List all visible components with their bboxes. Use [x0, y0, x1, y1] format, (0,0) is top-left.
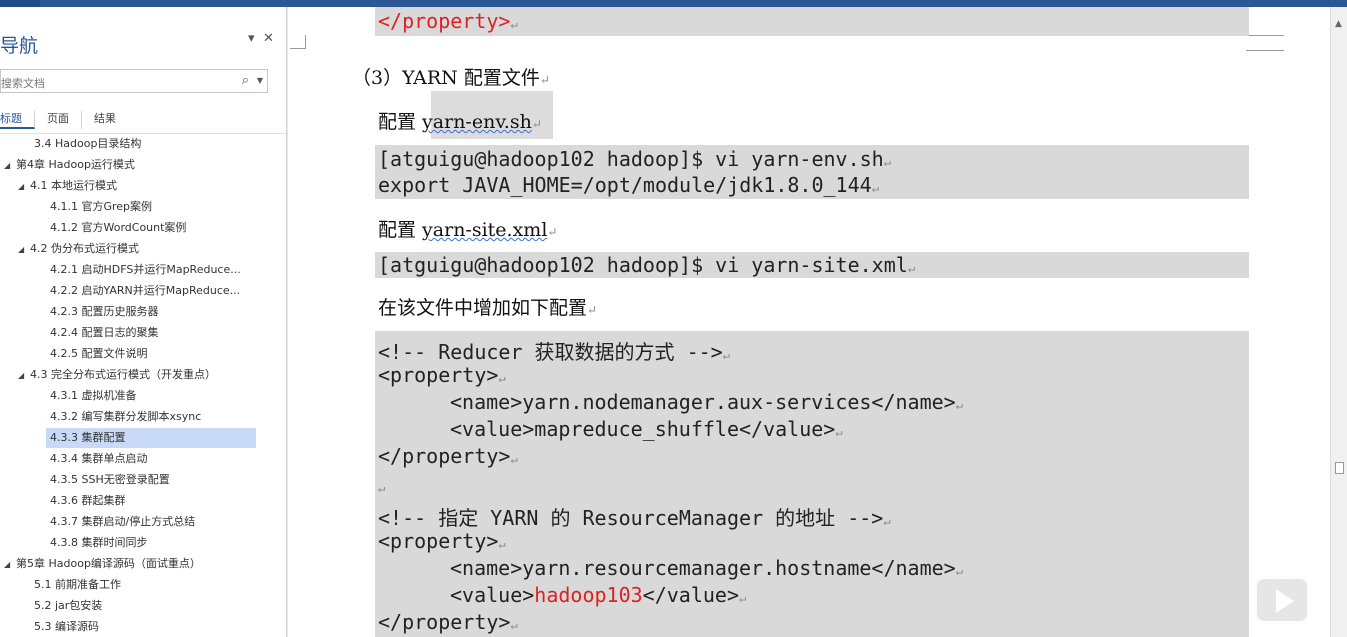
paragraph: 在该文件中增加如下配置↵ — [378, 297, 598, 319]
vertical-scrollbar[interactable]: ▲ — [1330, 7, 1347, 637]
config-label: 配置 yarn-env.sh↵ — [378, 111, 542, 133]
tree-item[interactable]: 5.3 编译源码 — [34, 617, 99, 637]
tree-item[interactable]: 4.3.8 集群时间同步 — [50, 533, 148, 553]
config-label: 配置 yarn-site.xml↵ — [378, 219, 558, 241]
code-line: <value>hadoop103</value>↵ — [450, 583, 747, 607]
document-page[interactable]: </property>↵ （3）YARN 配置文件↵ 配置 yarn-env.s… — [288, 7, 1330, 637]
code-line: <name>yarn.nodemanager.aux-services</nam… — [450, 390, 963, 414]
scroll-up-icon[interactable]: ▲ — [1335, 19, 1342, 29]
search-icon[interactable]: ⌕ — [242, 73, 249, 88]
code-line: <value>mapreduce_shuffle</value>↵ — [450, 417, 843, 441]
code-line: export JAVA_HOME=/opt/module/jdk1.8.0_14… — [378, 173, 879, 197]
code-line: </property>↵ — [378, 444, 518, 468]
margin-marker — [1246, 35, 1284, 51]
tree-item[interactable]: 4.3.2 编写集群分发脚本xsync — [50, 407, 201, 427]
chevron-down-icon[interactable]: ▼ — [257, 76, 263, 85]
code-line: </property>↵ — [378, 610, 518, 634]
navigation-pane: 导航 ▾ ✕ 搜索文档 ⌕ ▼ 标题 页面 结果 3.4 Hadoop目录结构 … — [0, 7, 287, 637]
tree-item[interactable]: ◢ 4.3 完全分布式运行模式（开发重点） — [18, 365, 216, 385]
tree-item[interactable]: 5.1 前期准备工作 — [34, 575, 121, 595]
tree-item[interactable]: 4.2.3 配置历史服务器 — [50, 302, 159, 322]
section-heading: （3）YARN 配置文件↵ — [352, 67, 550, 89]
empty-line: ↵ — [378, 481, 386, 495]
search-input[interactable]: 搜索文档 ⌕ ▼ — [0, 69, 268, 93]
tree-item[interactable]: ◢ 第4章 Hadoop运行模式 — [4, 155, 135, 175]
tree-item[interactable]: 4.1.2 官方WordCount案例 — [50, 218, 186, 238]
tree-item[interactable]: 5.2 jar包安装 — [34, 596, 102, 616]
code-line: </property>↵ — [378, 9, 518, 33]
expand-triangle-icon[interactable]: ◢ — [18, 240, 30, 260]
tab-headings[interactable]: 标题 — [0, 111, 35, 129]
search-placeholder: 搜索文档 — [1, 77, 45, 90]
tree-item-selected[interactable]: 4.3.3 集群配置 — [46, 428, 256, 448]
close-icon[interactable]: ✕ — [263, 31, 274, 46]
tree-item[interactable]: ◢ 4.1 本地运行模式 — [18, 176, 117, 196]
code-line: [atguigu@hadoop102 hadoop]$ vi yarn-env.… — [378, 147, 891, 171]
nav-title: 导航 — [0, 35, 39, 57]
code-line: <name>yarn.resourcemanager.hostname</nam… — [450, 556, 963, 580]
expand-triangle-icon[interactable]: ◢ — [18, 366, 30, 386]
play-button[interactable] — [1254, 568, 1310, 624]
nav-options-icon[interactable]: ▾ — [248, 31, 255, 46]
code-line: <property>↵ — [378, 363, 506, 387]
tree-item[interactable]: 4.3.6 群起集群 — [50, 491, 126, 511]
heading-tree: 3.4 Hadoop目录结构 ◢ 第4章 Hadoop运行模式 ◢ 4.1 本地运行… — [0, 134, 286, 637]
margin-marker — [290, 35, 306, 49]
ribbon-strip — [0, 0, 1347, 7]
tree-item[interactable]: 4.3.7 集群启动/停止方式总结 — [50, 512, 195, 532]
play-icon — [1276, 589, 1294, 613]
tree-item[interactable]: 4.3.5 SSH无密登录配置 — [50, 470, 170, 490]
tree-item[interactable]: 4.3.1 虚拟机准备 — [50, 386, 137, 406]
tree-item[interactable]: 4.2.4 配置日志的聚集 — [50, 323, 159, 343]
code-comment: <!-- Reducer 获取数据的方式 -->↵ — [378, 340, 730, 364]
tree-item[interactable]: 4.3.4 集群单点启动 — [50, 449, 148, 469]
tree-item[interactable]: 4.2.2 启动YARN并运行MapReduce... — [50, 281, 240, 301]
expand-triangle-icon[interactable]: ◢ — [18, 177, 30, 197]
code-comment: <!-- 指定 YARN 的 ResourceManager 的地址 -->↵ — [378, 506, 891, 530]
scroll-thumb[interactable] — [1335, 462, 1344, 474]
tree-item[interactable]: 4.2.1 启动HDFS并运行MapReduce... — [50, 260, 241, 280]
tree-item[interactable]: ◢ 4.2 伪分布式运行模式 — [18, 239, 139, 259]
code-line: [atguigu@hadoop102 hadoop]$ vi yarn-site… — [378, 253, 916, 277]
code-line: <property>↵ — [378, 529, 506, 553]
expand-triangle-icon[interactable]: ◢ — [4, 555, 16, 575]
nav-tabs: 标题 页面 结果 — [0, 111, 140, 131]
tree-item[interactable]: 3.4 Hadoop目录结构 — [34, 134, 141, 154]
tab-pages[interactable]: 页面 — [47, 111, 82, 129]
hostname-value: hadoop103 — [534, 583, 643, 607]
tree-item[interactable]: 4.2.5 配置文件说明 — [50, 344, 148, 364]
file-tab[interactable] — [0, 0, 40, 7]
expand-triangle-icon[interactable]: ◢ — [4, 156, 16, 176]
tree-item[interactable]: ◢ 第5章 Hadoop编译源码（面试重点） — [4, 554, 201, 574]
tree-item[interactable]: 4.1.1 官方Grep案例 — [50, 197, 152, 217]
tab-results[interactable]: 结果 — [94, 111, 128, 129]
